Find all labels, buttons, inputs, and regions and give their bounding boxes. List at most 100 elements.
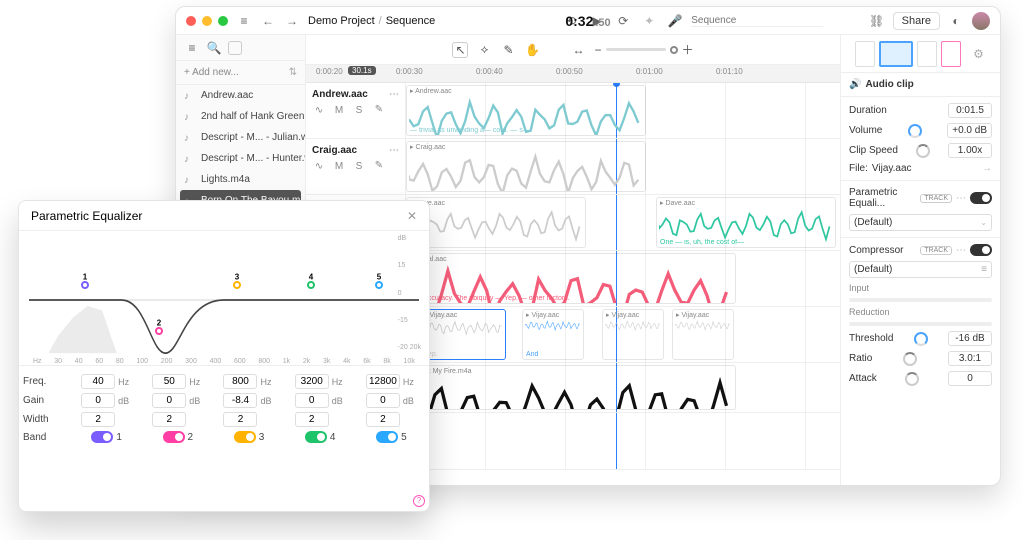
peq-toggle[interactable] <box>970 192 992 204</box>
audio-clip[interactable]: ▸ Craig.aac <box>406 141 646 192</box>
pointer-tool-icon[interactable]: ↖ <box>452 42 468 58</box>
eq-band-handle[interactable] <box>233 281 241 289</box>
audio-clip[interactable]: ▸ Vijay.aacAnd <box>522 309 584 360</box>
comp-preset-select[interactable]: (Default) ≡ <box>849 261 992 278</box>
hand-tool-icon[interactable]: ✋ <box>524 42 540 58</box>
more-icon[interactable]: ⋯ <box>956 245 966 256</box>
clipboard-icon[interactable] <box>228 41 242 55</box>
band-toggle[interactable] <box>305 431 327 443</box>
audio-clip[interactable]: ▸ Light My Fire.m4a <box>406 365 736 410</box>
eq-band-handle[interactable] <box>81 281 89 289</box>
layout-thumb[interactable] <box>941 41 961 67</box>
inspector-settings-icon[interactable]: ⚙ <box>971 46 987 62</box>
eq-freq-field[interactable] <box>152 374 186 389</box>
eq-gain-field[interactable] <box>366 393 400 408</box>
eq-gain-field[interactable] <box>81 393 115 408</box>
solo-button[interactable]: S <box>352 105 366 116</box>
track-lane[interactable]: ▸ Andrew.aac— trivial as unwinding a— co… <box>406 83 840 139</box>
solo-button[interactable]: S <box>352 161 366 172</box>
settings-icon[interactable]: ✦ <box>641 13 657 29</box>
volume-knob[interactable] <box>908 124 922 138</box>
blade-tool-icon[interactable]: ✎ <box>500 42 516 58</box>
comp-toggle[interactable] <box>970 244 992 256</box>
more-icon[interactable]: ⋯ <box>389 89 399 100</box>
pencil-icon[interactable]: ✎ <box>372 160 386 172</box>
add-new-button[interactable]: + Add new... ⇅ <box>176 61 305 85</box>
volume-field[interactable]: +0.0 dB <box>947 123 992 138</box>
ratio-knob[interactable] <box>903 352 917 366</box>
waveform-icon[interactable]: ∿ <box>312 161 326 172</box>
pencil-icon[interactable]: ✎ <box>372 104 386 116</box>
breadcrumb[interactable]: Demo Project/Sequence <box>308 15 435 27</box>
nav-back-icon[interactable]: ← <box>260 13 276 29</box>
mute-button[interactable]: M <box>332 161 346 172</box>
window-traffic-lights[interactable] <box>186 16 228 26</box>
sidebar-item[interactable]: ♪Lights.m4a <box>176 169 305 190</box>
eq-width-field[interactable] <box>295 412 329 427</box>
sidebar-item[interactable]: ♪Descript - M... - Hunter.wav <box>176 148 305 169</box>
help-icon[interactable]: ◐ <box>948 13 964 29</box>
eq-graph[interactable]: dB150-15-20 20k Hz3040608010020030040060… <box>29 235 419 365</box>
eq-band-handle[interactable] <box>375 281 383 289</box>
track-lane[interactable]: ▸ Light My Fire.m4a <box>406 363 840 413</box>
search-small-icon[interactable]: 🔍 <box>206 40 222 56</box>
more-icon[interactable]: ⋯ <box>389 145 399 156</box>
track-lane[interactable]: ▸ Sonal.aacreat accuracy. The ubiquity —… <box>406 251 840 307</box>
eq-freq-field[interactable] <box>366 374 400 389</box>
sidebar-item[interactable]: ♪2nd half of Hank Green.mp4 <box>176 106 305 127</box>
audio-clip[interactable]: ▸ Vijay.aac <box>672 309 734 360</box>
snap-icon[interactable]: ↔ <box>570 42 586 58</box>
eq-gain-field[interactable] <box>152 393 186 408</box>
audio-clip[interactable]: ▸ Dave.aac <box>406 197 586 248</box>
arrow-right-icon[interactable]: → <box>982 163 992 174</box>
threshold-knob[interactable] <box>914 332 928 346</box>
mute-button[interactable]: M <box>332 105 346 116</box>
forward-icon[interactable]: ⟳ <box>615 13 631 29</box>
timeline-ruler[interactable]: 30.1s 0:00:200:00:300:00:400:00:500:01:0… <box>306 65 840 83</box>
zoom-slider[interactable]: −＋ <box>594 41 693 58</box>
eq-freq-field[interactable] <box>223 374 257 389</box>
track-lane[interactable]: ▸ Dave.aac ▸ Dave.aacOne — is, uh, the co… <box>406 195 840 251</box>
band-toggle[interactable] <box>376 431 398 443</box>
share-button[interactable]: Share <box>893 12 940 30</box>
layout-thumb[interactable] <box>917 41 937 67</box>
sidebar-item[interactable]: ♪Andrew.aac <box>176 85 305 106</box>
speed-field[interactable]: 1.00x <box>948 143 992 158</box>
band-toggle[interactable] <box>91 431 113 443</box>
waveform-icon[interactable]: ∿ <box>312 105 326 116</box>
layout-thumb[interactable] <box>855 41 875 67</box>
range-tool-icon[interactable]: ⟡ <box>476 42 492 58</box>
attack-field[interactable]: 0 <box>948 371 992 386</box>
search-input[interactable] <box>691 15 823 27</box>
audio-clip[interactable]: ▸ Sonal.aacreat accuracy. The ubiquity —… <box>406 253 736 304</box>
eq-width-field[interactable] <box>81 412 115 427</box>
eq-freq-field[interactable] <box>295 374 329 389</box>
eq-width-field[interactable] <box>223 412 257 427</box>
close-icon[interactable]: ✕ <box>407 209 417 223</box>
nav-fwd-icon[interactable]: → <box>284 13 300 29</box>
eq-band-handle[interactable] <box>155 327 163 335</box>
duration-field[interactable]: 0:01.5 <box>948 103 992 118</box>
band-toggle[interactable] <box>234 431 256 443</box>
threshold-field[interactable]: -16 dB <box>948 331 992 346</box>
audio-clip[interactable]: ▸ Vijay.aac <box>602 309 664 360</box>
hamburger-icon[interactable]: ≡ <box>184 40 200 56</box>
filter-icon[interactable]: ⇅ <box>289 67 297 78</box>
peq-preset-select[interactable]: (Default)⌄ <box>849 214 992 231</box>
audio-clip[interactable]: ▸ Dave.aacOne — is, uh, the cost of— <box>656 197 836 248</box>
ratio-field[interactable]: 3.0:1 <box>948 351 992 366</box>
eq-width-field[interactable] <box>366 412 400 427</box>
eq-band-handle[interactable] <box>307 281 315 289</box>
eq-gain-field[interactable] <box>295 393 329 408</box>
link-icon[interactable]: ⛓ <box>869 13 885 29</box>
help-badge-icon[interactable]: ? <box>413 495 425 507</box>
eq-freq-field[interactable] <box>81 374 115 389</box>
audio-clip[interactable]: ▸ Andrew.aac— trivial as unwinding a— co… <box>406 85 646 136</box>
sidebar-item[interactable]: ♪Descript - M... - Julian.wav <box>176 127 305 148</box>
eq-gain-field[interactable] <box>223 393 257 408</box>
avatar[interactable] <box>972 12 990 30</box>
track-lane[interactable]: ▸ Vijay.aacYep.▸ Vijay.aacAnd▸ Vijay.aac… <box>406 307 840 363</box>
attack-knob[interactable] <box>905 372 919 386</box>
layout-thumb[interactable] <box>879 41 913 67</box>
sliders-icon[interactable]: ≡ <box>981 264 987 275</box>
